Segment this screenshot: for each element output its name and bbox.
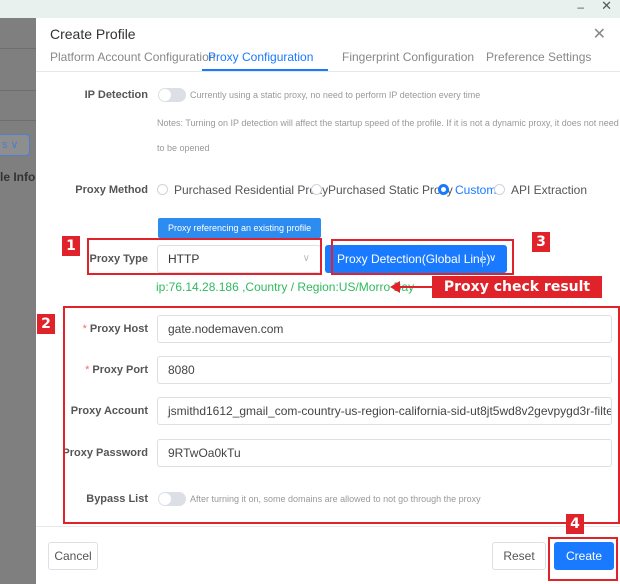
radio-circle-icon	[157, 184, 168, 195]
divider	[0, 120, 36, 121]
active-tab-indicator	[202, 69, 328, 71]
annotation-badge-2: 2	[37, 314, 55, 334]
proxy-method-label: Proxy Method	[75, 184, 148, 196]
radio-residential-proxy[interactable]: Purchased Residential Proxy	[157, 183, 328, 197]
dialog-footer: Cancel Reset Create	[36, 526, 620, 584]
ip-detection-note-continued: to be opened	[157, 143, 210, 153]
background-filter-chip: s ∨	[0, 134, 30, 156]
reference-existing-profile-button[interactable]: Proxy referencing an existing profile	[158, 218, 322, 238]
annotation-box-proxy-type	[87, 238, 322, 275]
dialog-title: Create Profile	[50, 26, 136, 42]
annotation-box-create	[548, 537, 618, 581]
annotation-badge-3: 3	[532, 232, 550, 252]
divider	[0, 90, 36, 91]
minimize-icon[interactable]: –	[577, 0, 584, 14]
tab-platform-account[interactable]: Platform Account Configuration	[50, 50, 215, 64]
annotation-box-detection	[331, 239, 514, 275]
annotation-callout-proxy-check: Proxy check result	[432, 276, 602, 298]
close-icon[interactable]: ✕	[593, 24, 606, 44]
radio-static-proxy[interactable]: Purchased Static Proxy	[311, 183, 453, 197]
ip-detection-label: IP Detection	[84, 89, 148, 101]
radio-circle-icon	[494, 184, 505, 195]
tab-bar: Platform Account Configuration Proxy Con…	[36, 42, 620, 72]
radio-custom[interactable]: Custom	[438, 183, 496, 197]
proxy-check-result: ip:76.14.28.186 ,Country / Region:US/Mor…	[156, 280, 415, 294]
annotation-box-proxy-fields	[63, 306, 620, 524]
annotation-badge-4: 4	[566, 514, 584, 534]
radio-label: Purchased Static Proxy	[328, 183, 453, 197]
radio-label: Purchased Residential Proxy	[174, 183, 329, 197]
window-titlebar: – ✕	[0, 0, 620, 18]
radio-label: API Extraction	[511, 183, 588, 197]
ip-detection-status: Currently using a static proxy, no need …	[190, 90, 481, 100]
radio-api-extraction[interactable]: API Extraction	[494, 183, 587, 197]
radio-label: Custom	[455, 183, 497, 197]
ip-detection-toggle[interactable]	[158, 88, 186, 102]
window-close-icon[interactable]: ✕	[601, 0, 612, 14]
radio-selected-icon	[438, 184, 449, 195]
reset-button[interactable]: Reset	[492, 542, 546, 570]
background-panel	[0, 18, 36, 584]
ip-detection-note: Notes: Turning on IP detection will affe…	[157, 118, 619, 128]
tab-fingerprint-configuration[interactable]: Fingerprint Configuration	[342, 50, 474, 64]
annotation-arrow-line	[398, 286, 432, 288]
annotation-badge-1: 1	[62, 236, 80, 256]
cancel-button[interactable]: Cancel	[48, 542, 98, 570]
radio-circle-icon	[311, 184, 322, 195]
background-column-header: le Infor	[0, 170, 36, 184]
tab-preference-settings[interactable]: Preference Settings	[486, 50, 591, 64]
tab-proxy-configuration[interactable]: Proxy Configuration	[208, 50, 313, 64]
divider	[0, 48, 36, 49]
